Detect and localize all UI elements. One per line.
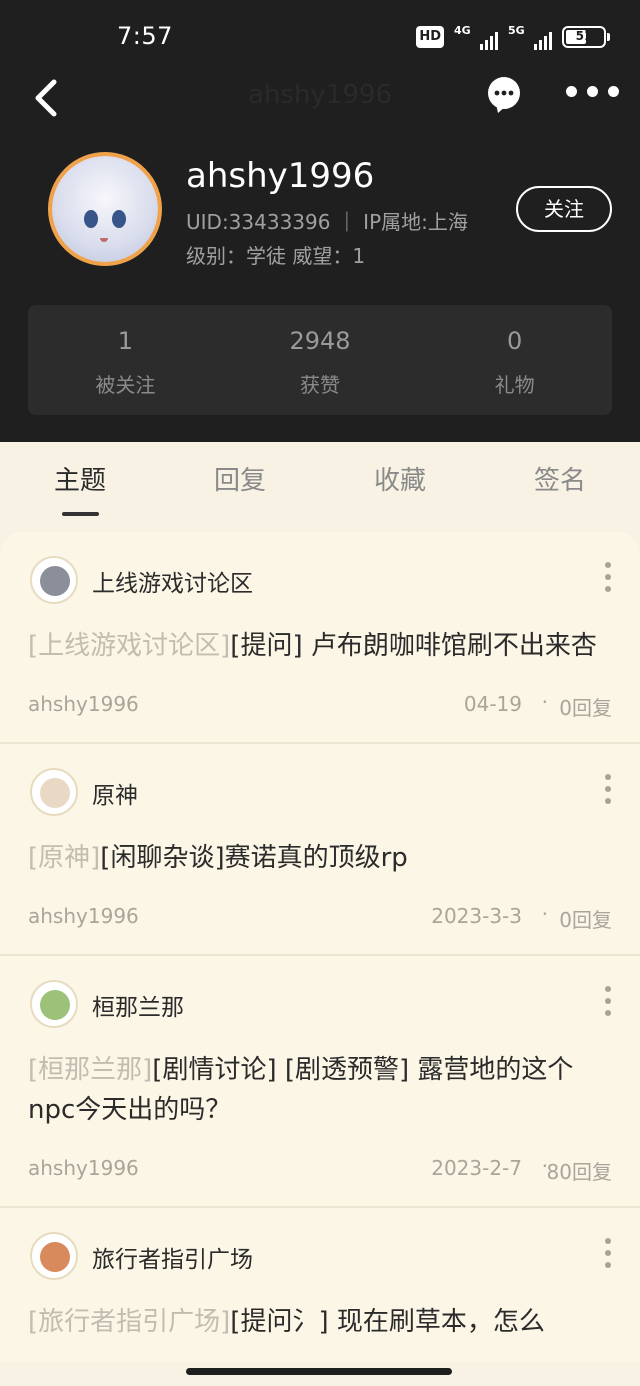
post-title-text: [提问氵] 现在刷草本，怎么	[230, 1307, 545, 1337]
post-title-text: [闲聊杂谈]赛诺真的顶级rp	[100, 843, 408, 873]
stat-value: 2948	[289, 327, 351, 355]
dot-icon	[566, 86, 577, 97]
stat-label: 被关注	[95, 373, 156, 397]
tab-label: 签名	[533, 466, 586, 496]
signal-4g-icon: 4G	[454, 24, 498, 50]
profile-info: ahshy1996 UID:33433396 ｜ IP属地:上海 级别：学徒 威…	[0, 148, 640, 278]
forum-name[interactable]: 原神	[92, 776, 138, 810]
stat-label: 获赞	[300, 373, 340, 397]
post-date: 2023-3-3	[431, 904, 522, 928]
list-item[interactable]: 桓那兰那 [桓那兰那][剧情讨论] [剧透预警] 露营地的这个npc今天出的吗？…	[0, 956, 640, 1208]
hd-voice-icon: HD	[416, 26, 444, 48]
tab-label: 收藏	[373, 466, 426, 496]
post-menu-button[interactable]	[600, 774, 616, 810]
tab-favorites[interactable]: 收藏	[320, 442, 480, 518]
stat-likes[interactable]: 2948 获赞	[223, 305, 418, 415]
post-tag: [上线游戏讨论区]	[28, 631, 231, 661]
post-menu-button[interactable]	[600, 986, 616, 1022]
home-indicator[interactable]	[186, 1368, 452, 1375]
active-tab-indicator	[62, 512, 99, 516]
dot-icon	[587, 86, 598, 97]
forum-name[interactable]: 上线游戏讨论区	[92, 564, 253, 598]
post-title[interactable]: [桓那兰那][剧情讨论] [剧透预警] 露营地的这个npc今天出的吗？	[0, 1050, 640, 1130]
post-tag: [旅行者指引广场]	[28, 1307, 231, 1337]
post-tag: [原神]	[28, 843, 101, 873]
post-title[interactable]: [旅行者指引广场][提问氵] 现在刷草本，怎么	[0, 1302, 640, 1342]
dot-icon	[608, 86, 619, 97]
stat-value: 1	[117, 327, 133, 355]
stat-followers[interactable]: 1 被关注	[28, 305, 223, 415]
follow-button[interactable]: 关注	[516, 186, 612, 232]
avatar[interactable]	[48, 152, 162, 266]
message-button[interactable]	[486, 76, 522, 113]
signal-5g-icon: 5G	[508, 24, 552, 50]
post-menu-button[interactable]	[600, 562, 616, 598]
status-icons: HD 4G 5G 51	[416, 24, 610, 50]
username: ahshy1996	[186, 156, 375, 196]
status-bar: 7:57 HD 4G 5G 51	[0, 0, 640, 70]
forum-character-icon[interactable]	[30, 768, 78, 816]
profile-header: 7:57 HD 4G 5G 51 ahshy1996 ahshy1996 UID…	[0, 0, 640, 442]
separator-dot: ·	[541, 690, 548, 714]
post-tag: [桓那兰那]	[28, 1055, 153, 1085]
uid-location: UID:33433396 ｜ IP属地:上海	[186, 210, 468, 234]
tab-label: 主题	[53, 466, 106, 496]
stat-value: 0	[507, 327, 523, 355]
anime-character-avatar-icon	[52, 156, 158, 262]
battery-icon: 51	[562, 26, 610, 48]
tab-replies[interactable]: 回复	[160, 442, 320, 518]
reply-count: 0回复	[559, 696, 612, 720]
tab-label: 回复	[213, 466, 266, 496]
forum-name[interactable]: 旅行者指引广场	[92, 1240, 253, 1274]
forum-character-icon[interactable]	[30, 1232, 78, 1280]
post-author: ahshy1996	[28, 904, 139, 928]
separator-dot: ·	[541, 902, 548, 926]
post-list: 上线游戏讨论区 [上线游戏讨论区][提问] 卢布朗咖啡馆刷不出来杏 ahshy1…	[0, 532, 640, 1362]
tab-signature[interactable]: 签名	[480, 442, 640, 518]
more-options-button[interactable]	[566, 86, 624, 106]
chat-bubble-icon	[488, 77, 520, 113]
forum-name[interactable]: 桓那兰那	[92, 988, 184, 1022]
post-author: ahshy1996	[28, 1156, 139, 1180]
nav-title: ahshy1996	[248, 80, 392, 110]
stats-panel: 1 被关注 2948 获赞 0 礼物	[28, 305, 612, 415]
post-title[interactable]: [上线游戏讨论区][提问] 卢布朗咖啡馆刷不出来杏	[0, 626, 640, 666]
stat-label: 礼物	[494, 373, 535, 397]
reply-count: 0回复	[559, 908, 612, 932]
level-reputation: 级别：学徒 威望：1	[186, 244, 366, 268]
post-date: 2023-2-7	[431, 1156, 522, 1180]
list-item[interactable]: 上线游戏讨论区 [上线游戏讨论区][提问] 卢布朗咖啡馆刷不出来杏 ahshy1…	[0, 532, 640, 744]
stat-gifts[interactable]: 0 礼物	[417, 305, 612, 415]
post-title[interactable]: [原神][闲聊杂谈]赛诺真的顶级rp	[0, 838, 640, 878]
post-menu-button[interactable]	[600, 1238, 616, 1274]
list-item[interactable]: 旅行者指引广场 [旅行者指引广场][提问氵] 现在刷草本，怎么	[0, 1208, 640, 1342]
status-time: 7:57	[117, 22, 173, 50]
tab-topics[interactable]: 主题	[0, 442, 160, 518]
forum-robot-icon[interactable]	[30, 556, 78, 604]
forum-character-icon[interactable]	[30, 980, 78, 1028]
post-author: ahshy1996	[28, 692, 139, 716]
list-item[interactable]: 原神 [原神][闲聊杂谈]赛诺真的顶级rp ahshy1996 2023-3-3…	[0, 744, 640, 956]
tab-bar: 主题 回复 收藏 签名	[0, 442, 640, 518]
post-title-text: [提问] 卢布朗咖啡馆刷不出来杏	[230, 631, 597, 661]
reply-count: 80回复	[546, 1160, 612, 1184]
nav-bar: ahshy1996	[0, 70, 640, 126]
post-date: 04-19	[463, 692, 522, 716]
